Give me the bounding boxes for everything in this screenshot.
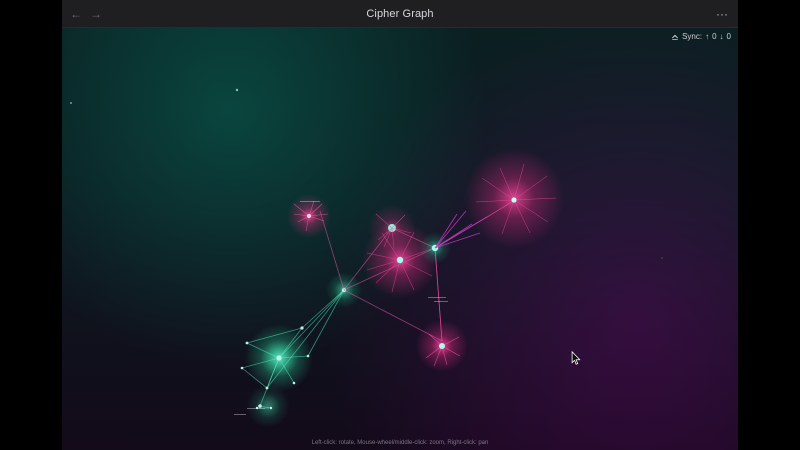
sync-up-arrow: ↑ — [705, 32, 710, 41]
left-black-margin — [0, 0, 62, 450]
sync-up-count: 0 — [712, 32, 717, 41]
more-icon[interactable]: ··· — [714, 6, 730, 22]
right-black-margin — [738, 0, 800, 450]
sync-status: Sync: ↑ 0 ↓ 0 — [671, 30, 731, 44]
titlebar: ← → Cipher Graph ··· — [62, 0, 738, 28]
sync-label: Sync: — [682, 32, 703, 41]
window-title: Cipher Graph — [366, 8, 434, 20]
cipher-graph-window: ← → Cipher Graph ··· Sync: ↑ 0 ↓ 0 Left-… — [62, 0, 738, 450]
mouse-cursor-icon — [571, 351, 581, 365]
sync-icon — [671, 33, 679, 41]
sync-down-count: 0 — [726, 32, 731, 41]
graph-visualization — [70, 88, 663, 428]
graph-canvas[interactable]: Sync: ↑ 0 ↓ 0 Left-click: rotate, Mouse-… — [62, 28, 738, 450]
controls-hint: Left-click: rotate, Mouse-wheel/middle-c… — [311, 440, 489, 446]
sync-down-arrow: ↓ — [719, 32, 724, 41]
